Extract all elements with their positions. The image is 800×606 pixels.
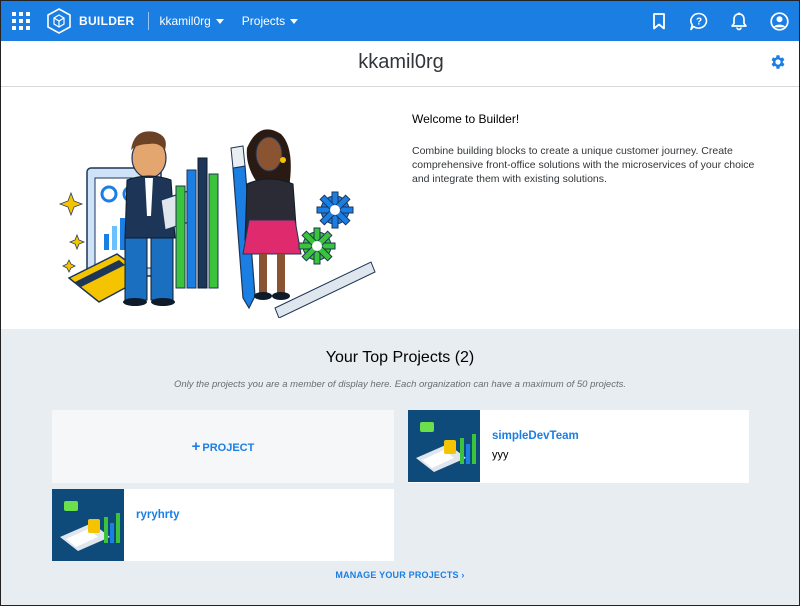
project-description: yyy: [492, 449, 509, 461]
notifications-button[interactable]: [719, 1, 759, 41]
svg-text:?: ?: [696, 16, 702, 27]
cube-logo-icon: [47, 8, 71, 34]
add-project-button[interactable]: + PROJECT: [52, 410, 394, 483]
welcome-text: Combine building blocks to create a uniq…: [412, 145, 755, 185]
org-menu[interactable]: kkamil0rg: [159, 14, 224, 28]
projects-menu[interactable]: Projects: [241, 14, 299, 28]
user-menu-button[interactable]: [759, 1, 799, 41]
help-button[interactable]: ?: [679, 1, 719, 41]
brand-label: BUILDER: [79, 14, 135, 28]
chevron-down-icon: [290, 18, 299, 24]
project-thumbnail: [408, 410, 480, 482]
help-icon: ?: [690, 12, 708, 30]
welcome-section: Welcome to Builder! Combine building blo…: [1, 88, 799, 329]
top-bar: BUILDER kkamil0rg Projects ?: [1, 1, 799, 41]
projects-menu-label: Projects: [241, 14, 286, 28]
gear-icon: [771, 55, 785, 69]
bell-icon: [731, 12, 747, 30]
projects-section: Your Top Projects (2) Only the projects …: [1, 329, 799, 605]
project-name: simpleDevTeam: [492, 430, 579, 442]
plus-icon: +: [191, 438, 201, 455]
settings-button[interactable]: [769, 53, 789, 73]
user-icon: [769, 11, 789, 31]
manage-projects-link[interactable]: MANAGE YOUR PROJECTS ›: [1, 570, 799, 580]
brand[interactable]: BUILDER: [41, 1, 134, 41]
bookmark-button[interactable]: [639, 1, 679, 41]
page-header: kkamil0rg: [1, 41, 799, 87]
grid-icon: [12, 12, 30, 30]
project-tile[interactable]: ryryhrty: [52, 489, 394, 561]
page-title: kkamil0rg: [358, 51, 444, 73]
project-name: ryryhrty: [136, 509, 180, 521]
welcome-illustration: [58, 129, 376, 318]
bookmark-icon: [653, 12, 665, 29]
app-window: BUILDER kkamil0rg Projects ? kkamil0rg W…: [0, 0, 800, 606]
projects-subtitle: Only the projects you are a member of di…: [173, 379, 626, 390]
projects-title: Your Top Projects (2): [325, 349, 475, 366]
add-project-label: + PROJECT: [191, 438, 255, 455]
project-tile[interactable]: simpleDevTeam yyy: [408, 410, 749, 483]
top-bar-actions: ?: [639, 1, 799, 41]
divider: [148, 12, 150, 30]
project-thumbnail: [52, 489, 124, 561]
chevron-down-icon: [215, 18, 224, 24]
app-launcher-button[interactable]: [1, 1, 41, 41]
welcome-title: Welcome to Builder!: [412, 112, 520, 126]
org-menu-label: kkamil0rg: [159, 14, 211, 28]
